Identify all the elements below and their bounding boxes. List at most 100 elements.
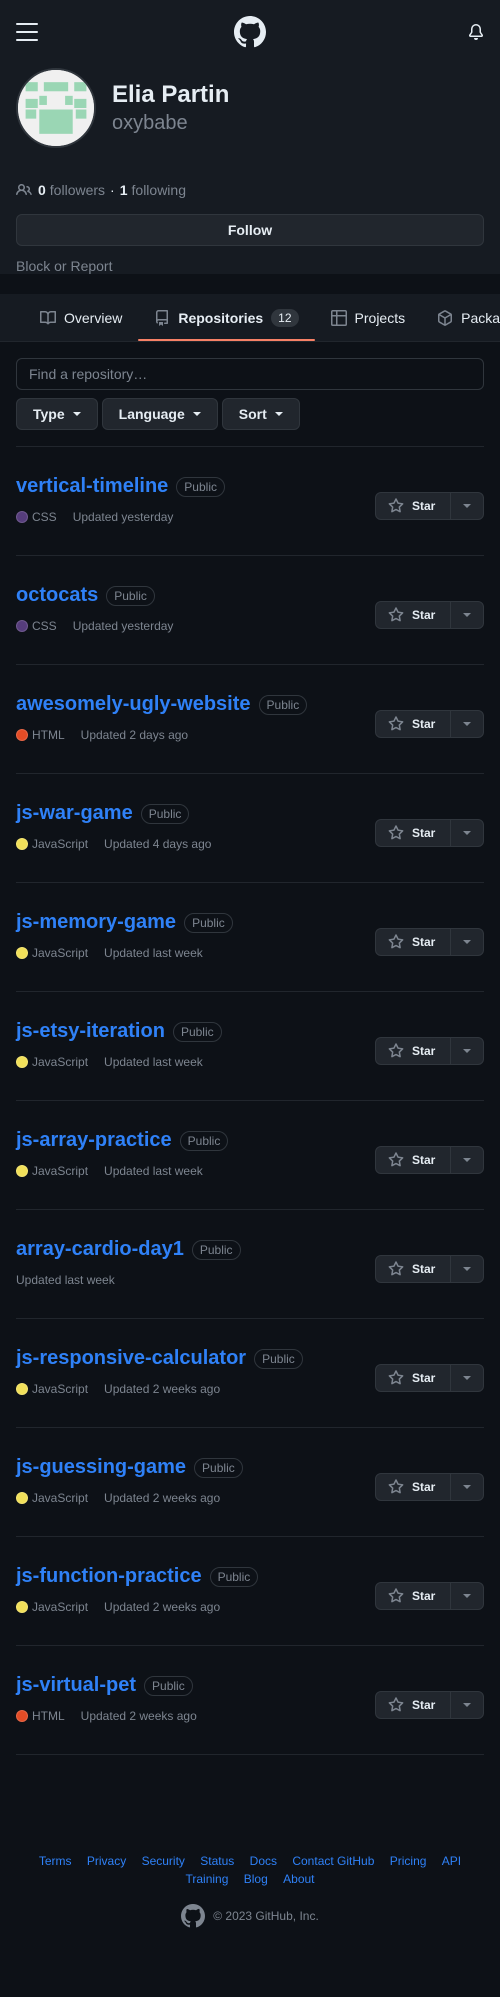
- footer-link-security[interactable]: Security: [142, 1854, 185, 1868]
- block-or-report-link[interactable]: Block or Report: [16, 258, 484, 274]
- tab-overview-label: Overview: [64, 309, 123, 326]
- repository-updated: Updated 4 days ago: [104, 837, 212, 851]
- github-mark-icon[interactable]: [181, 1904, 206, 1928]
- star-list-dropdown-button[interactable]: [450, 1037, 484, 1065]
- repository-name-link[interactable]: js-array-practice: [16, 1129, 172, 1152]
- footer-link-terms[interactable]: Terms: [39, 1854, 72, 1868]
- star-list-dropdown-button[interactable]: [450, 492, 484, 520]
- star-button[interactable]: Star: [375, 1255, 451, 1283]
- github-logo-icon[interactable]: [234, 16, 266, 48]
- tab-packages[interactable]: Packages: [421, 294, 500, 341]
- language-color-dot: [16, 729, 28, 741]
- tab-overview[interactable]: Overview: [24, 294, 138, 341]
- star-list-dropdown-button[interactable]: [450, 1255, 484, 1283]
- star-list-dropdown-button[interactable]: [450, 928, 484, 956]
- language-color-dot: [16, 1383, 28, 1395]
- footer-link-status[interactable]: Status: [200, 1854, 234, 1868]
- repository-name-link[interactable]: js-responsive-calculator: [16, 1347, 246, 1370]
- star-button[interactable]: Star: [375, 1582, 451, 1610]
- star-button[interactable]: Star: [375, 492, 451, 520]
- following-label: following: [131, 182, 186, 198]
- language-color-dot: [16, 1710, 28, 1722]
- repository-updated: Updated yesterday: [72, 619, 174, 633]
- footer-link-contact-github[interactable]: Contact GitHub: [292, 1854, 374, 1868]
- follow-button[interactable]: Follow: [16, 214, 484, 246]
- sort-filter-button[interactable]: Sort: [221, 398, 300, 430]
- repository-name-link[interactable]: octocats: [16, 584, 98, 607]
- star-label: Star: [412, 608, 436, 622]
- repository-item: js-guessing-game Public JavaScript Update…: [16, 1428, 484, 1537]
- footer-link-privacy[interactable]: Privacy: [87, 1854, 126, 1868]
- caret-down-icon: [463, 1267, 471, 1271]
- repository-item: js-array-practice Public JavaScript Updat…: [16, 1101, 484, 1210]
- footer-link-about[interactable]: About: [283, 1872, 314, 1886]
- star-list-dropdown-button[interactable]: [450, 1473, 484, 1501]
- star-label: Star: [412, 1698, 436, 1712]
- repository-name-link[interactable]: js-guessing-game: [16, 1456, 186, 1479]
- repository-updated: Updated 2 weeks ago: [104, 1600, 221, 1614]
- tab-packages-label: Packages: [461, 309, 500, 326]
- star-list-dropdown-button[interactable]: [450, 819, 484, 847]
- repository-language: JavaScript: [32, 946, 89, 960]
- star-list-dropdown-button[interactable]: [450, 1582, 484, 1610]
- avatar[interactable]: [16, 68, 96, 148]
- repository-updated: Updated 2 days ago: [80, 728, 189, 742]
- repository-name-link[interactable]: awesomely-ugly-website: [16, 693, 251, 716]
- repository-updated: Updated last week: [104, 1055, 203, 1069]
- repository-updated: Updated 2 weeks ago: [104, 1382, 221, 1396]
- identicon-icon: [18, 70, 94, 146]
- star-button[interactable]: Star: [375, 819, 451, 847]
- repository-name-link[interactable]: array-cardio-day1: [16, 1238, 184, 1261]
- repository-name-link[interactable]: js-function-practice: [16, 1565, 202, 1588]
- visibility-badge: Public: [184, 912, 233, 933]
- star-button[interactable]: Star: [375, 1037, 451, 1065]
- copyright-text: © 2023 GitHub, Inc.: [213, 1909, 319, 1923]
- tab-projects[interactable]: Projects: [315, 294, 422, 341]
- repository-name-link[interactable]: js-memory-game: [16, 911, 176, 934]
- following-link[interactable]: 1 following: [120, 182, 186, 198]
- repository-name-link[interactable]: js-etsy-iteration: [16, 1020, 165, 1043]
- star-button[interactable]: Star: [375, 928, 451, 956]
- footer-link-pricing[interactable]: Pricing: [390, 1854, 427, 1868]
- menu-icon[interactable]: [16, 23, 38, 41]
- star-label: Star: [412, 1371, 436, 1385]
- star-list-dropdown-button[interactable]: [450, 601, 484, 629]
- notification-bell-icon[interactable]: [468, 24, 484, 40]
- star-button[interactable]: Star: [375, 1691, 451, 1719]
- find-repository-input[interactable]: [16, 358, 484, 390]
- footer-link-api[interactable]: API: [442, 1854, 461, 1868]
- caret-down-icon: [463, 831, 471, 835]
- visibility-badge: Public: [140, 803, 190, 824]
- repository-item: octocats Public CSS Updated yesterday Sta…: [16, 556, 484, 665]
- repository-name-link[interactable]: js-war-game: [16, 802, 133, 825]
- language-filter-button[interactable]: Language: [101, 398, 218, 430]
- star-button[interactable]: Star: [375, 601, 451, 629]
- repository-item: js-responsive-calculator Public JavaScri…: [16, 1319, 484, 1428]
- repository-language: JavaScript: [32, 837, 89, 851]
- star-button[interactable]: Star: [375, 710, 451, 738]
- repository-name-link[interactable]: js-virtual-pet: [16, 1674, 136, 1697]
- repository-item: js-function-practice Public JavaScript Up…: [16, 1537, 484, 1646]
- separator-dot: ·: [110, 182, 115, 198]
- star-button[interactable]: Star: [375, 1364, 451, 1392]
- followers-link[interactable]: 0 followers: [38, 182, 105, 198]
- star-list-dropdown-button[interactable]: [450, 1691, 484, 1719]
- footer-link-training[interactable]: Training: [186, 1872, 229, 1886]
- star-button[interactable]: Star: [375, 1473, 451, 1501]
- language-color-dot: [16, 1056, 28, 1068]
- caret-down-icon: [463, 1594, 471, 1598]
- star-list-dropdown-button[interactable]: [450, 1146, 484, 1174]
- star-button[interactable]: Star: [375, 1146, 451, 1174]
- footer-link-blog[interactable]: Blog: [244, 1872, 268, 1886]
- star-icon: [388, 1697, 404, 1712]
- type-filter-button[interactable]: Type: [16, 398, 98, 430]
- tab-repositories[interactable]: Repositories 12: [138, 294, 315, 341]
- star-button-group: Star: [375, 819, 484, 847]
- language-color-dot: [16, 1601, 28, 1613]
- visibility-badge: Public: [172, 1021, 222, 1042]
- footer-link-docs[interactable]: Docs: [250, 1854, 277, 1868]
- repository-updated: Updated last week: [104, 946, 203, 960]
- star-list-dropdown-button[interactable]: [450, 1364, 484, 1392]
- star-list-dropdown-button[interactable]: [450, 710, 484, 738]
- repository-name-link[interactable]: vertical-timeline: [16, 475, 168, 498]
